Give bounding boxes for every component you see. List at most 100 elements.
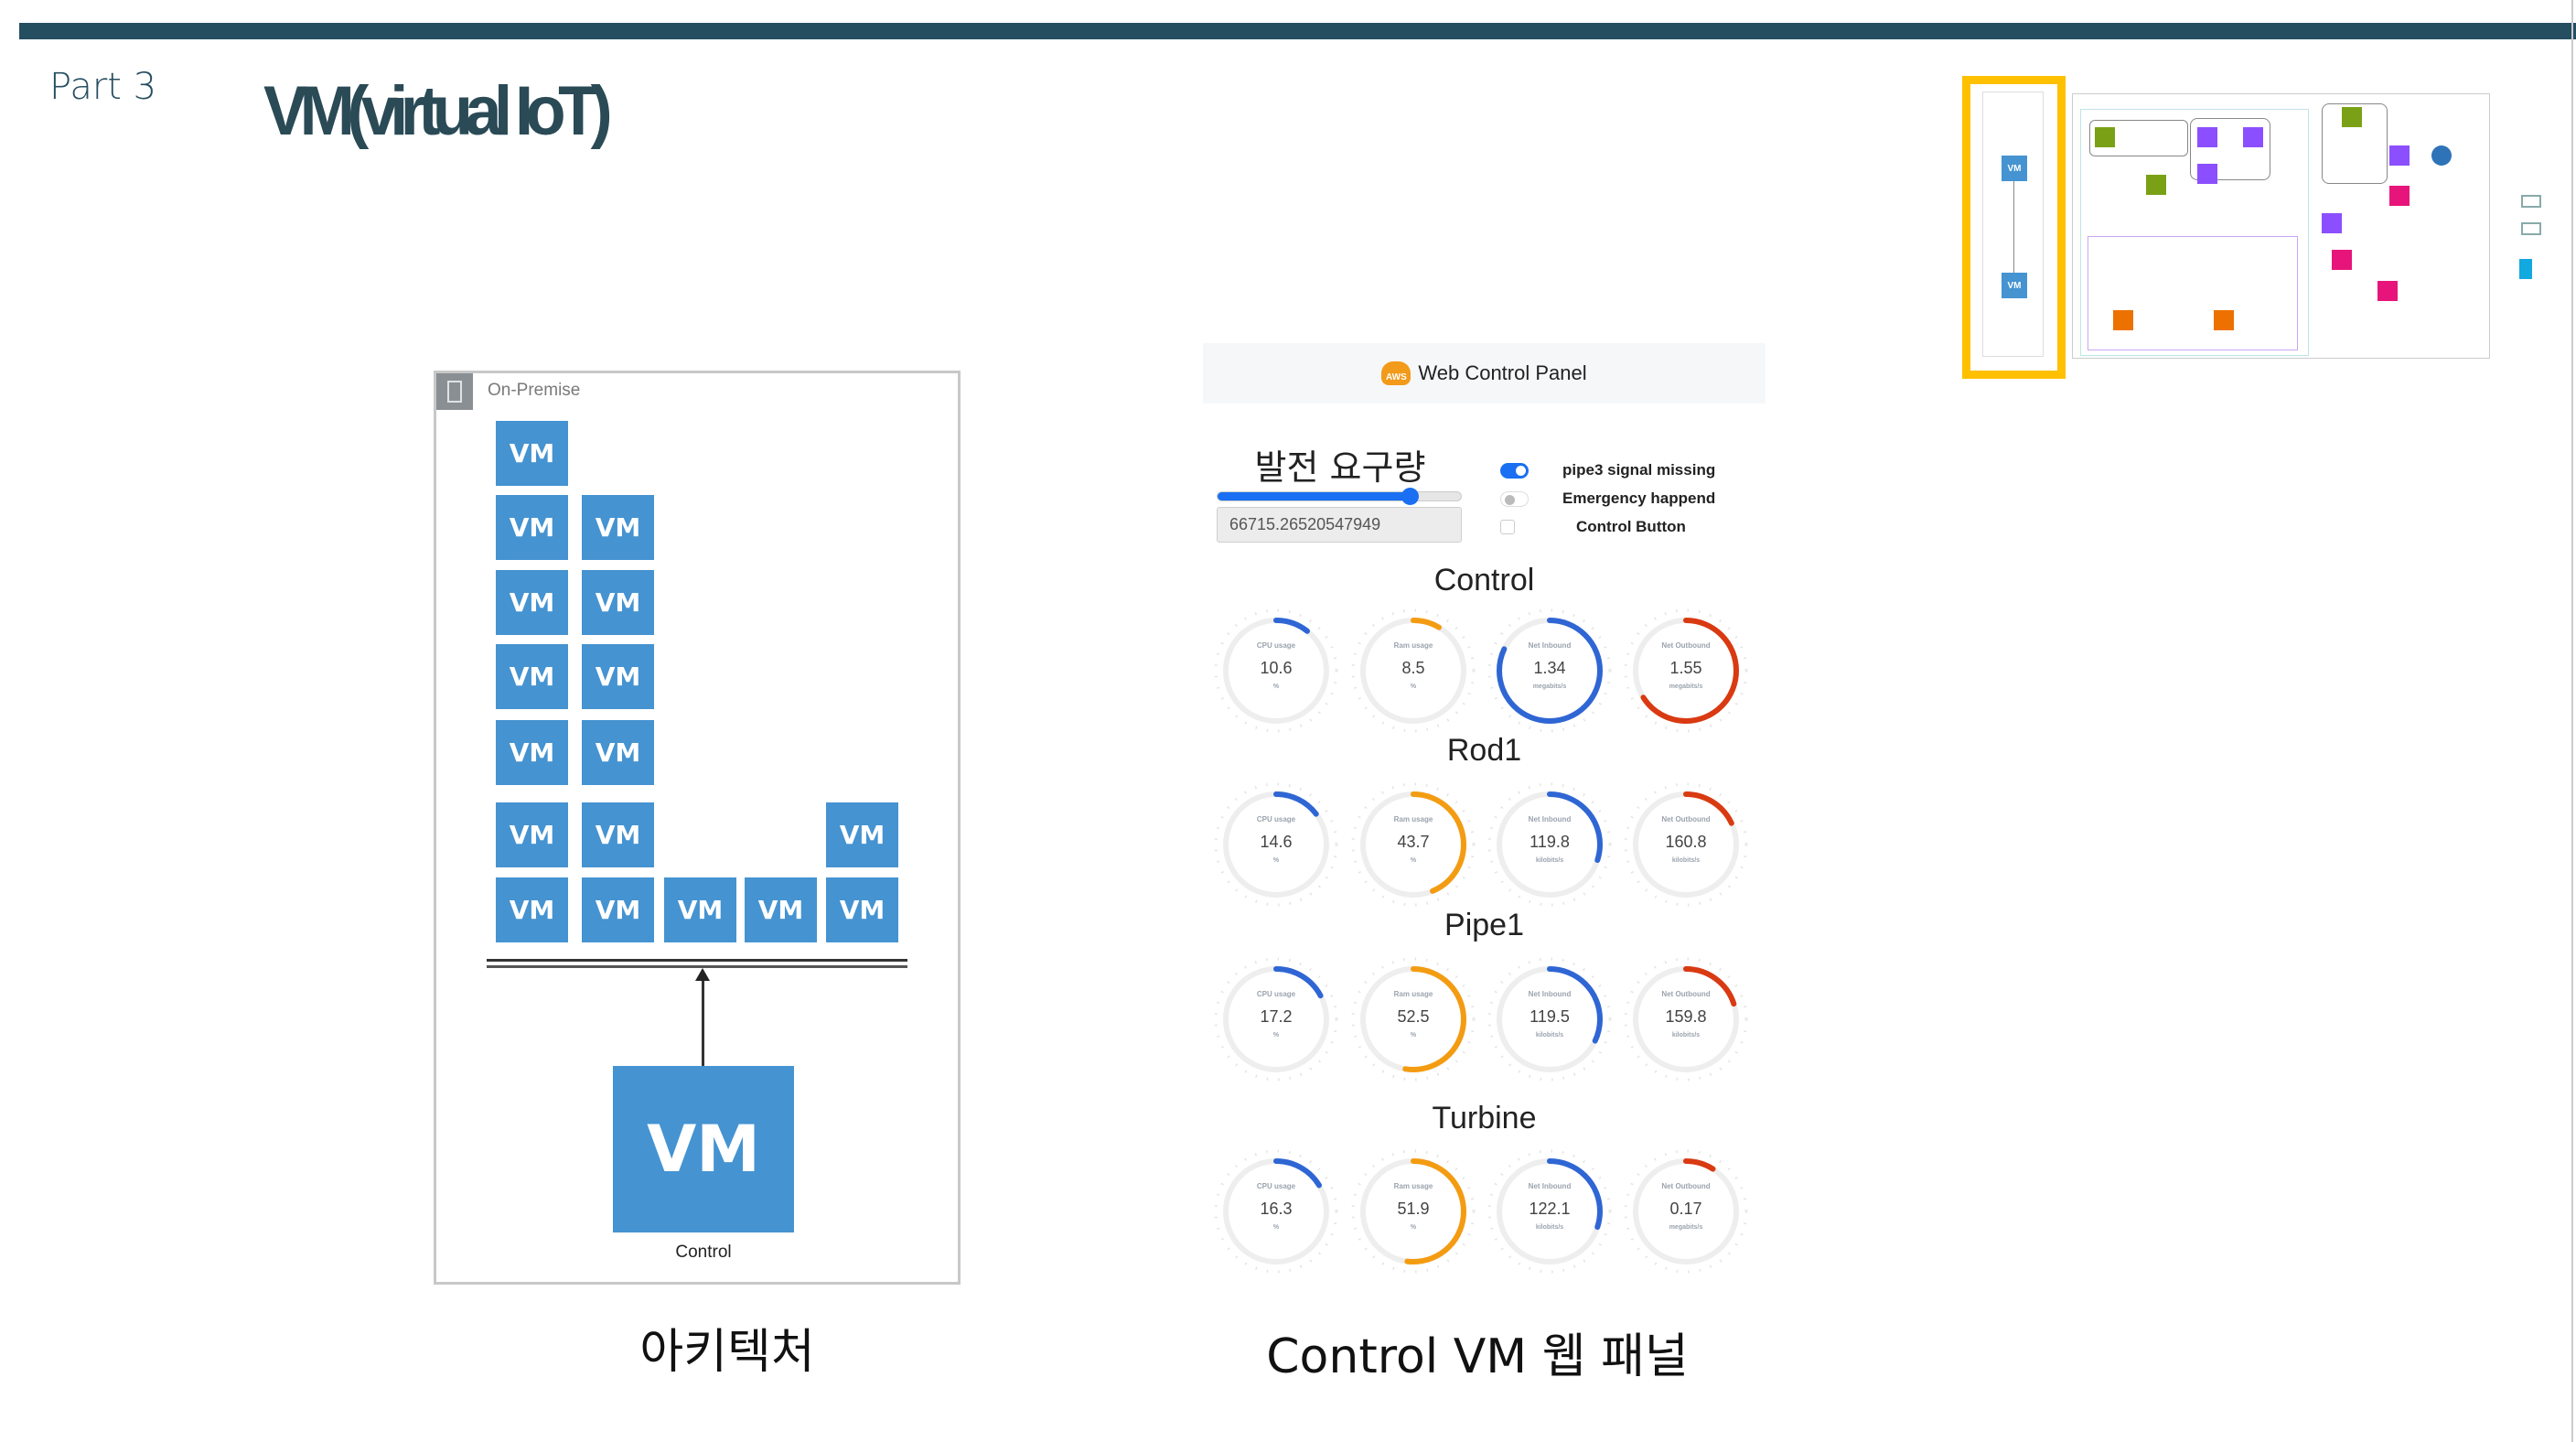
vm-box: VM — [496, 570, 568, 635]
gauge-label: Net Outbound — [1661, 641, 1711, 650]
gauge-label: Net Outbound — [1661, 815, 1711, 823]
gauge-label: Net Inbound — [1528, 641, 1572, 650]
thumb-vpc — [2088, 236, 2298, 350]
server-icon — [436, 373, 473, 410]
dynamodb-icon — [2431, 145, 2452, 166]
gauge-value: 0.17 — [1669, 1200, 1702, 1218]
gauge-unit: kilobits/s — [1535, 1224, 1564, 1231]
gauge-outbound: Net Outbound 0.17 megabits/s — [1622, 1147, 1750, 1275]
gauge-cpu: CPU usage 10.6 % — [1212, 607, 1340, 735]
gauge-inbound: Net Inbound 119.5 kilobits/s — [1486, 955, 1614, 1083]
gauge-unit: % — [1272, 857, 1280, 864]
gauge-label: Net Inbound — [1528, 1182, 1572, 1190]
pipe3-signal-toggle[interactable] — [1500, 463, 1529, 479]
gauge-cpu: CPU usage 17.2 % — [1212, 955, 1340, 1083]
gauge-outbound: Net Outbound 160.8 kilobits/s — [1622, 780, 1750, 909]
gauge-unit: % — [1410, 857, 1417, 864]
firehose-icon — [2243, 127, 2263, 147]
vm-box: VM — [582, 570, 654, 635]
vm-box: VM — [826, 802, 898, 867]
gauge-ram: Ram usage 52.5 % — [1349, 955, 1477, 1083]
gauge-value: 51.9 — [1397, 1200, 1430, 1218]
full-architecture-thumbnail: VM VM — [1962, 73, 2541, 380]
gauge-outbound: Net Outbound 1.55 megabits/s — [1622, 607, 1750, 735]
glue-icon — [2197, 164, 2217, 184]
gauge-label: Net Inbound — [1528, 990, 1572, 998]
gauge-value: 1.55 — [1669, 659, 1702, 677]
vm-box: VM — [496, 421, 568, 486]
gauge-value: 52.5 — [1397, 1007, 1430, 1026]
vm-box: VM — [745, 877, 817, 942]
gauge-label: Ram usage — [1393, 815, 1433, 823]
panel-title: Web Control Panel — [1418, 361, 1587, 384]
control-button-checkbox[interactable] — [1500, 520, 1515, 534]
gauge-unit: % — [1410, 683, 1417, 690]
gauge-ram: Ram usage 8.5 % — [1349, 607, 1477, 735]
gauge-value: 122.1 — [1529, 1200, 1571, 1218]
gauge-cpu: CPU usage 14.6 % — [1212, 780, 1340, 909]
section-title: Control — [1433, 563, 1535, 597]
ec2-icon — [2214, 310, 2234, 330]
gauge-unit: megabits/s — [1669, 1224, 1703, 1231]
architecture-diagram: On-Premise VM VM VM VM VM VM VM VM VM VM… — [434, 371, 961, 1285]
gauge-value: 1.34 — [1533, 659, 1566, 677]
desktop-icon — [2521, 222, 2541, 235]
vm-box: VM — [826, 877, 898, 942]
vm-box: VM — [664, 877, 736, 942]
gauge-value: 16.3 — [1260, 1200, 1293, 1218]
gauge-label: CPU usage — [1256, 990, 1296, 998]
emergency-toggle[interactable] — [1500, 491, 1529, 507]
gauge-label: Net Inbound — [1528, 815, 1572, 823]
section-title: Pipe1 — [1444, 908, 1524, 942]
gauge-unit: % — [1272, 1032, 1280, 1038]
gauge-cpu: CPU usage 16.3 % — [1212, 1147, 1340, 1275]
gauge-inbound: Net Inbound 119.8 kilobits/s — [1486, 780, 1614, 909]
slide-title: VM(virtual IoT) — [263, 72, 613, 150]
group-label: On-Premise — [488, 381, 581, 400]
demand-slider[interactable] — [1217, 488, 1462, 505]
gauge-label: CPU usage — [1256, 815, 1296, 823]
api-gateway-icon — [2389, 186, 2410, 206]
slider-thumb[interactable] — [1401, 488, 1420, 505]
gauge-label: CPU usage — [1256, 641, 1296, 650]
gauge-value: 119.8 — [1530, 833, 1570, 851]
gauge-unit: % — [1272, 683, 1280, 690]
vm-box: VM — [496, 495, 568, 560]
option-label: Emergency happend — [1562, 490, 1716, 507]
vm-box: VM — [496, 877, 568, 942]
slide-edge — [2571, 0, 2573, 1442]
vm-box: VM — [582, 877, 654, 942]
gauge-value: 8.5 — [1401, 659, 1425, 677]
gauge-label: CPU usage — [1256, 1182, 1296, 1190]
gauge-value: 43.7 — [1397, 833, 1430, 851]
gauge-label: Net Outbound — [1661, 990, 1711, 998]
panel-caption: Control VM 웹 패널 — [1266, 1329, 1689, 1384]
connection-arrow — [702, 973, 704, 1068]
gauge-unit: kilobits/s — [1671, 857, 1701, 864]
sns-icon — [2377, 281, 2398, 301]
mobile-icon — [2519, 259, 2532, 279]
gauge-unit: megabits/s — [1532, 683, 1567, 690]
demand-input[interactable] — [1217, 507, 1462, 543]
athena-icon — [2389, 145, 2410, 166]
gauge-ram: Ram usage 51.9 % — [1349, 1147, 1477, 1275]
gauge-value: 17.2 — [1260, 1007, 1293, 1026]
gauge-unit: kilobits/s — [1535, 1032, 1564, 1038]
demand-label: 발전 요구량 — [1254, 447, 1426, 488]
gauge-unit: kilobits/s — [1535, 857, 1564, 864]
aws-cloud-icon: AWS — [1381, 361, 1411, 385]
slider-fill — [1218, 492, 1411, 500]
section-title: Turbine — [1432, 1101, 1537, 1135]
gauge-outbound: Net Outbound 159.8 kilobits/s — [1622, 955, 1750, 1083]
panel-header: AWS Web Control Panel — [1203, 343, 1766, 404]
option-label: pipe3 signal missing — [1562, 461, 1716, 479]
gauge-unit: % — [1272, 1224, 1280, 1231]
gauge-unit: % — [1410, 1032, 1417, 1038]
iot-core-icon — [2095, 127, 2115, 147]
ec2-icon — [2113, 310, 2133, 330]
gauge-value: 10.6 — [1260, 659, 1293, 677]
gauge-label: Ram usage — [1393, 990, 1433, 998]
vm-box: VM — [582, 495, 654, 560]
option-label: Control Button — [1576, 518, 1686, 535]
network-bus — [487, 959, 907, 962]
